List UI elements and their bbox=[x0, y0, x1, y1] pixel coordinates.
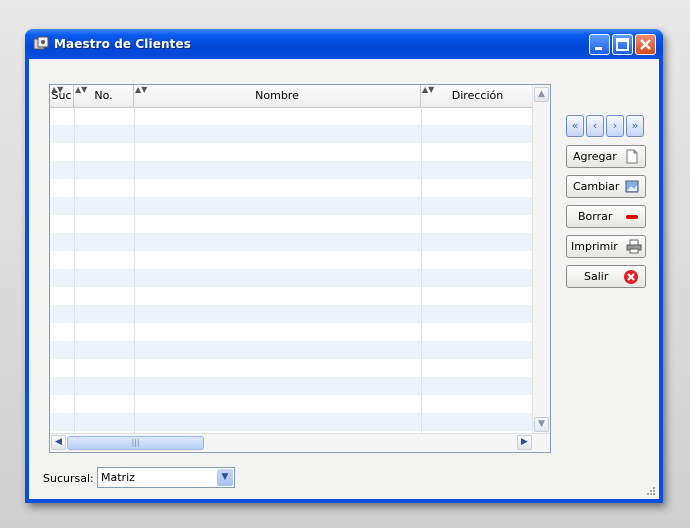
sort-icon: ▲▼ bbox=[422, 85, 435, 94]
table-row[interactable] bbox=[50, 359, 534, 377]
table-row[interactable] bbox=[50, 233, 534, 251]
resize-grip-icon[interactable] bbox=[645, 485, 655, 495]
chevron-right-icon: › bbox=[612, 119, 618, 132]
column-divider bbox=[74, 107, 75, 434]
new-document-icon bbox=[626, 149, 638, 164]
chevron-down-icon[interactable]: ▼ bbox=[217, 469, 233, 486]
window-title: Maestro de Clientes bbox=[54, 37, 191, 51]
minimize-button[interactable] bbox=[589, 34, 610, 55]
scroll-down-button[interactable]: ▼ bbox=[534, 417, 549, 432]
nav-prev-button[interactable]: ‹ bbox=[586, 115, 604, 137]
table-row[interactable] bbox=[50, 107, 534, 125]
column-header-direccion[interactable]: ▲▼ Dirección bbox=[421, 85, 534, 107]
sucursal-select[interactable]: Matriz ▼ bbox=[97, 467, 235, 488]
agregar-button[interactable]: Agregar bbox=[566, 145, 646, 168]
nav-first-button[interactable]: « bbox=[566, 115, 584, 137]
edit-image-icon bbox=[625, 180, 639, 193]
table-row[interactable] bbox=[50, 125, 534, 143]
column-divider bbox=[421, 107, 422, 434]
table-row[interactable] bbox=[50, 341, 534, 359]
column-header-nombre[interactable]: ▲▼ Nombre bbox=[134, 85, 421, 107]
sucursal-label: Sucursal: bbox=[43, 472, 94, 485]
maximize-button[interactable] bbox=[612, 34, 633, 55]
sort-icon: ▲▼ bbox=[75, 85, 88, 94]
close-button[interactable] bbox=[635, 34, 656, 55]
app-icon bbox=[33, 36, 49, 50]
table-row[interactable] bbox=[50, 269, 534, 287]
nav-next-button[interactable]: › bbox=[606, 115, 624, 137]
horizontal-scroll-thumb[interactable]: ||| bbox=[67, 436, 204, 450]
table-row[interactable] bbox=[50, 287, 534, 305]
scroll-right-button[interactable]: ▶ bbox=[517, 435, 532, 450]
title-bar[interactable]: Maestro de Clientes bbox=[25, 29, 663, 59]
column-header-no[interactable]: ▲▼ No. bbox=[74, 85, 134, 107]
vertical-scrollbar[interactable]: ▲ ▼ bbox=[532, 85, 550, 434]
double-chevron-left-icon: « bbox=[571, 119, 579, 132]
main-window: Maestro de Clientes ▲▼ Suc ▲▼ No. ▲▼ Nom… bbox=[25, 29, 663, 503]
delete-minus-icon bbox=[626, 215, 638, 219]
scroll-up-button[interactable]: ▲ bbox=[534, 87, 549, 102]
column-header-suc[interactable]: ▲▼ Suc bbox=[50, 85, 74, 107]
table-row[interactable] bbox=[50, 143, 534, 161]
window-client-area: ▲▼ Suc ▲▼ No. ▲▼ Nombre ▲▼ Dirección ▲ ▼… bbox=[29, 59, 659, 499]
double-chevron-right-icon: » bbox=[631, 119, 639, 132]
scroll-left-button[interactable]: ◀ bbox=[51, 435, 66, 450]
close-icon bbox=[640, 39, 651, 50]
table-row[interactable] bbox=[50, 161, 534, 179]
table-row[interactable] bbox=[50, 215, 534, 233]
exit-x-icon bbox=[624, 270, 638, 284]
grid-rows bbox=[50, 107, 534, 434]
table-row[interactable] bbox=[50, 197, 534, 215]
horizontal-scrollbar[interactable]: ◀ ||| ▶ bbox=[50, 433, 550, 452]
sucursal-selected-value: Matriz bbox=[101, 471, 135, 484]
table-row[interactable] bbox=[50, 323, 534, 341]
sort-icon: ▲▼ bbox=[135, 85, 148, 94]
nav-last-button[interactable]: » bbox=[626, 115, 644, 137]
table-row[interactable] bbox=[50, 179, 534, 197]
cambiar-button[interactable]: Cambiar bbox=[566, 175, 646, 198]
salir-button[interactable]: Salir bbox=[566, 265, 646, 288]
imprimir-button[interactable]: Imprimir bbox=[566, 235, 646, 258]
printer-icon bbox=[626, 239, 642, 254]
table-row[interactable] bbox=[50, 377, 534, 395]
clients-grid[interactable]: ▲▼ Suc ▲▼ No. ▲▼ Nombre ▲▼ Dirección ▲ ▼… bbox=[49, 84, 551, 453]
maximize-icon bbox=[616, 38, 629, 51]
column-divider bbox=[134, 107, 135, 434]
table-row[interactable] bbox=[50, 413, 534, 431]
grid-header: ▲▼ Suc ▲▼ No. ▲▼ Nombre ▲▼ Dirección bbox=[50, 85, 534, 108]
minimize-icon bbox=[595, 47, 602, 50]
chevron-left-icon: ‹ bbox=[592, 119, 598, 132]
table-row[interactable] bbox=[50, 395, 534, 413]
sort-icon: ▲▼ bbox=[51, 85, 64, 94]
table-row[interactable] bbox=[50, 251, 534, 269]
borrar-button[interactable]: Borrar bbox=[566, 205, 646, 228]
table-row[interactable] bbox=[50, 305, 534, 323]
